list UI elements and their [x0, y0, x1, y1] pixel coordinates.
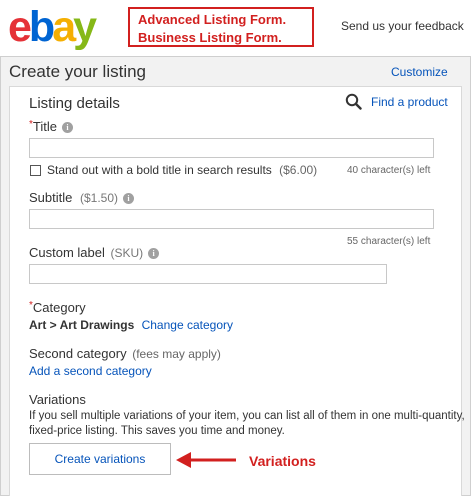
custom-label-suffix: (SKU) [110, 246, 144, 260]
variations-description-line-1: If you sell multiple variations of your … [29, 410, 465, 422]
variations-heading: Variations [29, 392, 86, 407]
title-input[interactable] [29, 138, 434, 158]
subtitle-label-group: Subtitle ($1.50) i [29, 190, 135, 205]
customize-link[interactable]: Customize [391, 65, 448, 79]
search-icon [345, 93, 362, 110]
logo-letter-a: a [52, 3, 76, 51]
category-label: Category [32, 300, 86, 315]
create-variations-button[interactable]: Create variations [29, 443, 171, 475]
variations-description: If you sell multiple variations of your … [29, 409, 469, 439]
feedback-link[interactable]: Send us your feedback [341, 19, 464, 33]
change-category-link[interactable]: Change category [142, 318, 233, 332]
red-arrow-icon [176, 452, 236, 468]
category-value: Art > Art Drawings [29, 318, 135, 332]
custom-label-input[interactable] [29, 264, 387, 284]
variations-description-line-2: fixed-price listing. This saves you time… [29, 425, 285, 437]
second-category-label: Second category [29, 346, 127, 361]
subtitle-input[interactable] [29, 209, 434, 229]
section-heading: Listing details [29, 95, 120, 112]
ebay-logo[interactable]: ebay [8, 2, 97, 52]
custom-label-group: Custom label (SKU) i [29, 245, 160, 260]
bold-title-label: Stand out with a bold title in search re… [47, 163, 272, 177]
find-product-link[interactable]: Find a product [345, 93, 448, 110]
bold-title-price: ($6.00) [279, 163, 318, 177]
category-label-group: *Category [29, 300, 86, 315]
bold-title-option[interactable]: Stand out with a bold title in search re… [30, 163, 317, 177]
title-label-group: *Title i [29, 119, 73, 134]
logo-letter-b: b [28, 3, 55, 51]
second-category-group: Second category (fees may apply) [29, 346, 221, 361]
info-icon[interactable]: i [123, 193, 135, 205]
subtitle-chars-left: 55 character(s) left [347, 236, 431, 247]
subtitle-label: Subtitle [29, 190, 73, 205]
page-title: Create your listing [9, 62, 147, 81]
title-label: Title [32, 119, 57, 134]
logo-letter-e: e [8, 3, 32, 51]
variations-callout: Variations [249, 453, 316, 469]
find-product-label: Find a product [371, 94, 448, 109]
subtitle-price: ($1.50) [80, 191, 119, 205]
annotation-line-1: Advanced Listing Form. [138, 12, 287, 27]
info-icon[interactable]: i [61, 122, 73, 134]
info-icon[interactable]: i [148, 248, 160, 260]
add-second-category-link[interactable]: Add a second category [29, 364, 152, 378]
title-chars-left: 40 character(s) left [347, 165, 431, 176]
bold-title-checkbox[interactable] [30, 165, 41, 177]
second-category-note: (fees may apply) [132, 347, 221, 361]
annotation-box: Advanced Listing Form. Business Listing … [128, 7, 314, 47]
annotation-line-2: Business Listing Form. [138, 30, 282, 45]
category-row: Art > Art Drawings Change category [29, 318, 233, 332]
custom-label-label: Custom label [29, 245, 105, 260]
logo-letter-y: y [73, 3, 97, 51]
